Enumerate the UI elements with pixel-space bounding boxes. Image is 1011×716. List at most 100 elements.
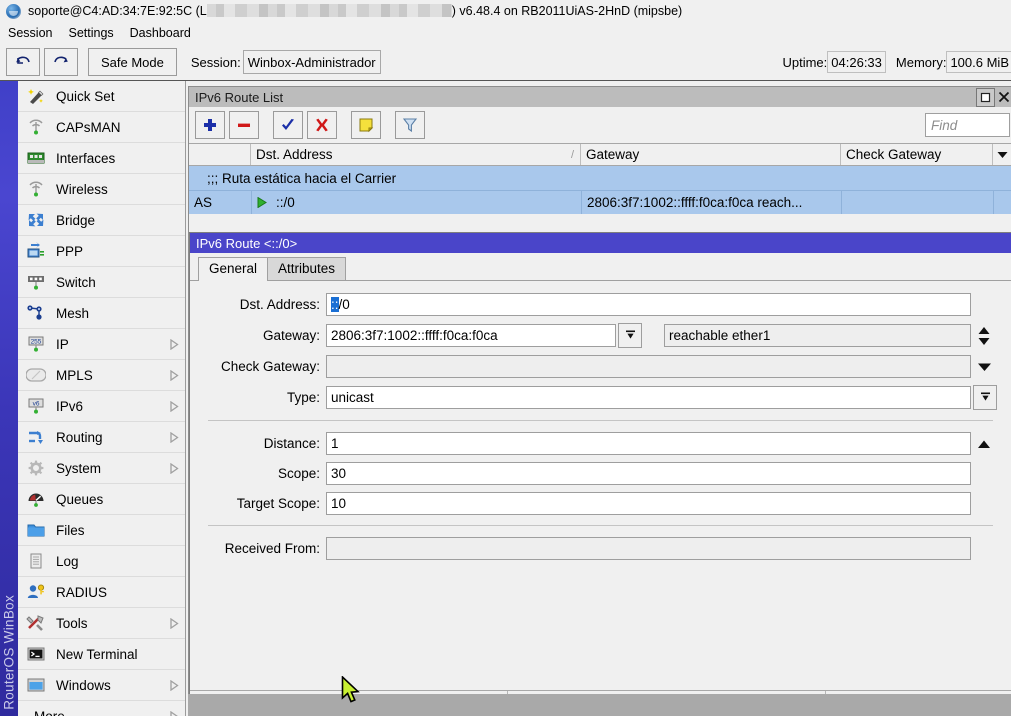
sidebar-item-more[interactable]: More	[18, 701, 185, 716]
dst-address-label: Dst. Address:	[200, 297, 326, 312]
field-row-dst-address: Dst. Address: ::/0	[200, 293, 997, 316]
dst-address-input[interactable]: ::/0	[326, 293, 971, 316]
session-label: Session:	[191, 55, 241, 70]
route-flags: AS	[189, 191, 251, 214]
sidebar-item-capsman[interactable]: CAPsMAN	[18, 112, 185, 143]
table-row-comment[interactable]: ;;; Ruta estática hacia el Carrier	[189, 166, 1011, 190]
tab-attributes[interactable]: Attributes	[267, 257, 346, 280]
enable-button[interactable]	[273, 111, 303, 139]
gateway-input[interactable]	[326, 324, 616, 347]
sidebar-item-mpls[interactable]: MPLS	[18, 360, 185, 391]
wand-icon	[25, 86, 47, 106]
check-gateway-dropdown-button[interactable]	[971, 362, 997, 372]
received-from-label: Received From:	[200, 541, 326, 556]
target-scope-input[interactable]	[326, 492, 971, 515]
cross-icon	[314, 117, 330, 133]
redo-button[interactable]	[44, 48, 78, 76]
toolbar-status-group: Uptime: 04:26:33 Memory: 100.6 MiB	[772, 51, 1011, 73]
column-header-gateway[interactable]: Gateway	[581, 144, 841, 165]
sidebar-item-switch[interactable]: Switch	[18, 267, 185, 298]
column-header-check-gateway[interactable]: Check Gateway	[841, 144, 993, 165]
terminal-icon	[25, 644, 47, 664]
filter-button[interactable]	[395, 111, 425, 139]
windows-icon	[25, 675, 47, 695]
sidebar-item-files[interactable]: Files	[18, 515, 185, 546]
sidebar-item-new-terminal[interactable]: New Terminal	[18, 639, 185, 670]
chevron-right-icon	[167, 463, 181, 474]
type-label: Type:	[200, 390, 326, 405]
comment-button[interactable]	[351, 111, 381, 139]
antenna-icon	[25, 117, 47, 137]
memory-label: Memory:	[896, 55, 947, 70]
route-dst-value: ::/0	[276, 195, 295, 210]
sidebar-item-mesh[interactable]: Mesh	[18, 298, 185, 329]
ipv6-route-dialog: IPv6 Route <::/0> General Attributes Dst…	[189, 232, 1011, 716]
sidebar-item-label: IP	[56, 337, 167, 352]
menu-session[interactable]: Session	[0, 24, 60, 42]
sidebar-item-ipv6[interactable]: v6 IPv6	[18, 391, 185, 422]
dialog-titlebar: IPv6 Route <::/0>	[190, 233, 1011, 253]
svg-text:v6: v6	[33, 400, 40, 407]
tab-general[interactable]: General	[198, 257, 268, 281]
sidebar-item-system[interactable]: System	[18, 453, 185, 484]
menu-dashboard[interactable]: Dashboard	[122, 24, 199, 42]
gateway-label: Gateway:	[200, 328, 326, 343]
note-icon	[358, 117, 374, 133]
check-icon	[280, 117, 296, 133]
route-comment: ;;; Ruta estática hacia el Carrier	[189, 166, 396, 190]
up-down-arrows-icon	[977, 326, 991, 346]
undo-button[interactable]	[6, 48, 40, 76]
nic-card-icon	[25, 148, 47, 168]
close-button[interactable]	[997, 89, 1011, 106]
add-button[interactable]	[195, 111, 225, 139]
svg-text:255: 255	[31, 339, 42, 346]
dialog-tabs: General Attributes	[190, 253, 1011, 281]
window-titlebar: soporte@C4:AD:34:7E:92:5C (L) v6.48.4 on…	[0, 0, 1011, 22]
menu-settings[interactable]: Settings	[60, 24, 121, 42]
sidebar-item-tools[interactable]: Tools	[18, 608, 185, 639]
route-gateway: 2806:3f7:1002::ffff:f0ca:f0ca reach...	[581, 191, 841, 214]
sidebar-item-bridge[interactable]: Bridge	[18, 205, 185, 236]
sidebar-item-label: Switch	[56, 275, 185, 290]
sidebar-item-label: New Terminal	[56, 647, 185, 662]
desktop-background	[188, 694, 1011, 716]
ipv6-icon: v6	[25, 396, 47, 416]
sidebar-item-wireless[interactable]: Wireless	[18, 174, 185, 205]
sidebar-item-ppp[interactable]: PPP	[18, 236, 185, 267]
remove-button[interactable]	[229, 111, 259, 139]
gateway-dropdown-button[interactable]	[618, 323, 642, 348]
sidebar-item-log[interactable]: Log	[18, 546, 185, 577]
sort-ascending-icon: /	[571, 149, 574, 161]
scope-input[interactable]	[326, 462, 971, 485]
safe-mode-button[interactable]: Safe Mode	[88, 48, 177, 76]
folder-icon	[25, 520, 47, 540]
gateway-updown-button[interactable]	[971, 326, 997, 346]
route-row-filler	[993, 191, 1011, 214]
column-header-flags[interactable]	[189, 144, 251, 165]
column-chooser-button[interactable]	[993, 144, 1011, 165]
redacted-identity	[207, 4, 452, 17]
type-input[interactable]	[326, 386, 971, 409]
table-row[interactable]: AS ::/0 2806:3f7:1002::ffff:f0ca:f0ca re…	[189, 190, 1011, 214]
active-route-icon	[257, 197, 267, 208]
sidebar-item-radius[interactable]: RADIUS	[18, 577, 185, 608]
maximize-icon	[980, 92, 991, 103]
disable-button[interactable]	[307, 111, 337, 139]
sidebar-item-routing[interactable]: Routing	[18, 422, 185, 453]
maximize-button[interactable]	[976, 88, 995, 107]
search-input[interactable]	[925, 113, 1010, 137]
dst-address-selection: ::	[331, 297, 339, 312]
distance-stepper[interactable]	[971, 439, 997, 449]
session-value[interactable]: Winbox-Administrador	[243, 50, 381, 74]
sidebar-item-queues[interactable]: Queues	[18, 484, 185, 515]
sidebar-item-ip[interactable]: 255 IP	[18, 329, 185, 360]
check-gateway-input[interactable]	[326, 355, 971, 378]
column-header-dst-address[interactable]: Dst. Address /	[251, 144, 581, 165]
type-dropdown-button[interactable]	[973, 385, 997, 410]
sidebar-item-interfaces[interactable]: Interfaces	[18, 143, 185, 174]
sidebar-item-quick-set[interactable]: Quick Set	[18, 81, 185, 112]
sidebar-item-windows[interactable]: Windows	[18, 670, 185, 701]
distance-input[interactable]	[326, 432, 971, 455]
route-dst-address: ::/0	[251, 191, 581, 214]
dropdown-bar-icon	[624, 329, 637, 342]
